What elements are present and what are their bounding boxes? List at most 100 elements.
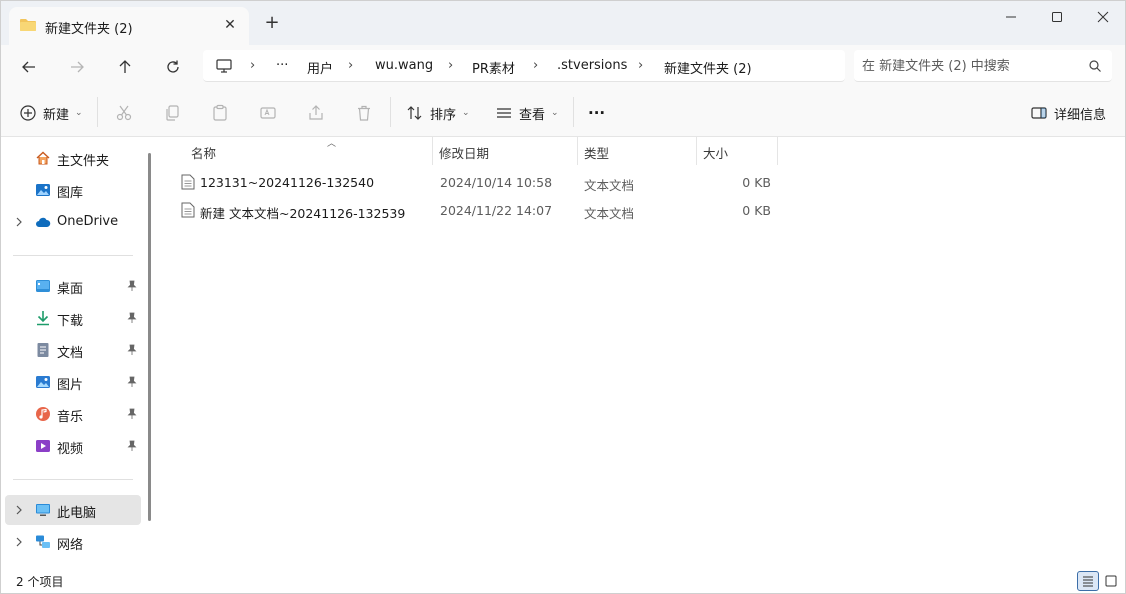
arrow-left-icon (22, 61, 35, 73)
command-bar: 新建 ⌄ 排序 ⌄ 查看 ⌄ ··· 详细信息 (1, 89, 1125, 137)
chevron-right-icon (16, 505, 22, 515)
search-icon (1089, 60, 1101, 72)
cut-button[interactable] (115, 101, 133, 125)
sidebar-item-home[interactable]: 主文件夹 (5, 143, 141, 173)
file-row[interactable]: 新建 文本文档~20241126-132539 2024/11/22 14:07… (173, 196, 793, 224)
search-input[interactable] (862, 56, 1072, 76)
pin-icon[interactable] (126, 344, 138, 356)
gallery-icon (36, 184, 50, 196)
search-box[interactable] (854, 50, 1112, 82)
sidebar-item-downloads[interactable]: 下载 (5, 303, 141, 333)
video-icon (36, 440, 50, 452)
music-icon (36, 407, 50, 421)
close-button[interactable] (1080, 1, 1125, 33)
column-header-modified[interactable]: 修改日期 (433, 137, 578, 165)
item-count: 2 个项目 (16, 575, 64, 589)
sidebar-item-label: 视频 (57, 442, 84, 457)
sidebar-item-pictures[interactable]: 图片 (5, 367, 141, 397)
status-bar: 2 个项目 (1, 567, 1125, 593)
breadcrumb-separator: › (448, 58, 454, 73)
sort-button[interactable]: 排序 ⌄ (406, 101, 470, 125)
arrow-up-icon (119, 60, 131, 73)
breadcrumb-item-users[interactable]: 用户 (307, 58, 333, 77)
sidebar-item-gallery[interactable]: 图库 (5, 175, 141, 205)
details-view-button[interactable] (1077, 571, 1099, 591)
pin-icon[interactable] (126, 312, 138, 324)
back-button[interactable] (14, 53, 44, 81)
chevron-right-icon (16, 217, 22, 227)
thumbnail-view-icon (1105, 575, 1117, 587)
file-type: 文本文档 (584, 206, 635, 221)
sidebar-item-label: 音乐 (57, 410, 84, 425)
tab-current-folder[interactable]: 新建文件夹 (2) ✕ (9, 7, 249, 45)
sidebar-item-this-pc[interactable]: 此电脑 (5, 495, 141, 525)
sidebar-item-label: 此电脑 (57, 506, 97, 521)
breadcrumb-item-pr[interactable]: PR素材 (472, 58, 515, 77)
sidebar-scrollbar[interactable] (148, 153, 151, 521)
sort-icon (407, 106, 422, 120)
forward-button[interactable] (62, 53, 92, 81)
pin-icon[interactable] (126, 280, 138, 292)
pin-icon[interactable] (126, 376, 138, 388)
refresh-button[interactable] (158, 53, 188, 81)
column-header-type[interactable]: 类型 (578, 137, 697, 165)
rename-button[interactable] (259, 101, 277, 125)
share-button[interactable] (307, 101, 325, 125)
file-size: 0 KB (742, 175, 771, 190)
new-label: 新建 (43, 107, 70, 123)
minimize-icon (1006, 16, 1016, 18)
sidebar-item-network[interactable]: 网络 (5, 527, 141, 557)
more-options-button[interactable]: ··· (588, 101, 605, 125)
copy-icon (166, 105, 179, 121)
breadcrumb-item-stversions[interactable]: .stversions (557, 58, 627, 73)
file-list: 名称 ︿ 修改日期 类型 大小 123131~20241126-132540 2… (159, 137, 1125, 567)
home-icon (36, 151, 50, 165)
sidebar-item-videos[interactable]: 视频 (5, 431, 141, 461)
divider (573, 97, 574, 127)
new-tab-button[interactable]: + (263, 14, 281, 32)
sidebar-item-documents[interactable]: 文档 (5, 335, 141, 365)
maximize-button[interactable] (1034, 1, 1080, 33)
column-header-size[interactable]: 大小 (697, 137, 778, 165)
sidebar-item-label: 网络 (57, 538, 84, 553)
computer-icon (36, 504, 50, 516)
tab-close-icon[interactable]: ✕ (221, 16, 239, 34)
new-button[interactable]: 新建 ⌄ (19, 101, 83, 125)
address-bar[interactable]: › ··· 用户 › wu.wang › PR素材 › .stversions … (203, 50, 845, 82)
sidebar-item-desktop[interactable]: 桌面 (5, 271, 141, 301)
divider (13, 255, 133, 256)
pin-icon[interactable] (126, 440, 138, 452)
download-icon (37, 311, 49, 326)
file-name: 新建 文本文档~20241126-132539 (200, 206, 406, 221)
details-pane-button[interactable]: 详细信息 (1030, 101, 1106, 125)
minimize-button[interactable] (988, 1, 1034, 33)
details-label: 详细信息 (1054, 107, 1107, 123)
thumbnail-view-button[interactable] (1100, 571, 1122, 591)
breadcrumb-item-user[interactable]: wu.wang (375, 58, 433, 73)
breadcrumb-separator: › (638, 58, 644, 73)
up-button[interactable] (110, 53, 140, 81)
breadcrumb-separator: › (348, 58, 354, 73)
divider (13, 479, 133, 480)
divider (390, 97, 391, 127)
details-view-icon (1083, 576, 1093, 587)
copy-button[interactable] (163, 101, 181, 125)
paste-button[interactable] (211, 101, 229, 125)
sidebar-item-onedrive[interactable]: OneDrive (5, 207, 141, 237)
folder-icon (20, 19, 36, 31)
share-icon (309, 105, 323, 120)
column-header-name[interactable]: 名称 ︿ (185, 137, 433, 165)
breadcrumb-item-current[interactable]: 新建文件夹 (2) (664, 58, 752, 77)
sort-label: 排序 (430, 107, 457, 123)
chevron-down-icon: ⌄ (75, 108, 83, 118)
file-modified: 2024/11/22 14:07 (440, 203, 553, 218)
title-bar: 新建文件夹 (2) ✕ + (1, 1, 1125, 45)
sidebar-item-music[interactable]: 音乐 (5, 399, 141, 429)
file-row[interactable]: 123131~20241126-132540 2024/10/14 10:58 … (173, 168, 793, 196)
column-header-label: 修改日期 (439, 146, 490, 161)
breadcrumb-more[interactable]: ··· (276, 58, 288, 73)
computer-icon (216, 59, 232, 73)
view-button[interactable]: 查看 ⌄ (495, 101, 559, 125)
delete-button[interactable] (355, 101, 373, 125)
pin-icon[interactable] (126, 408, 138, 420)
